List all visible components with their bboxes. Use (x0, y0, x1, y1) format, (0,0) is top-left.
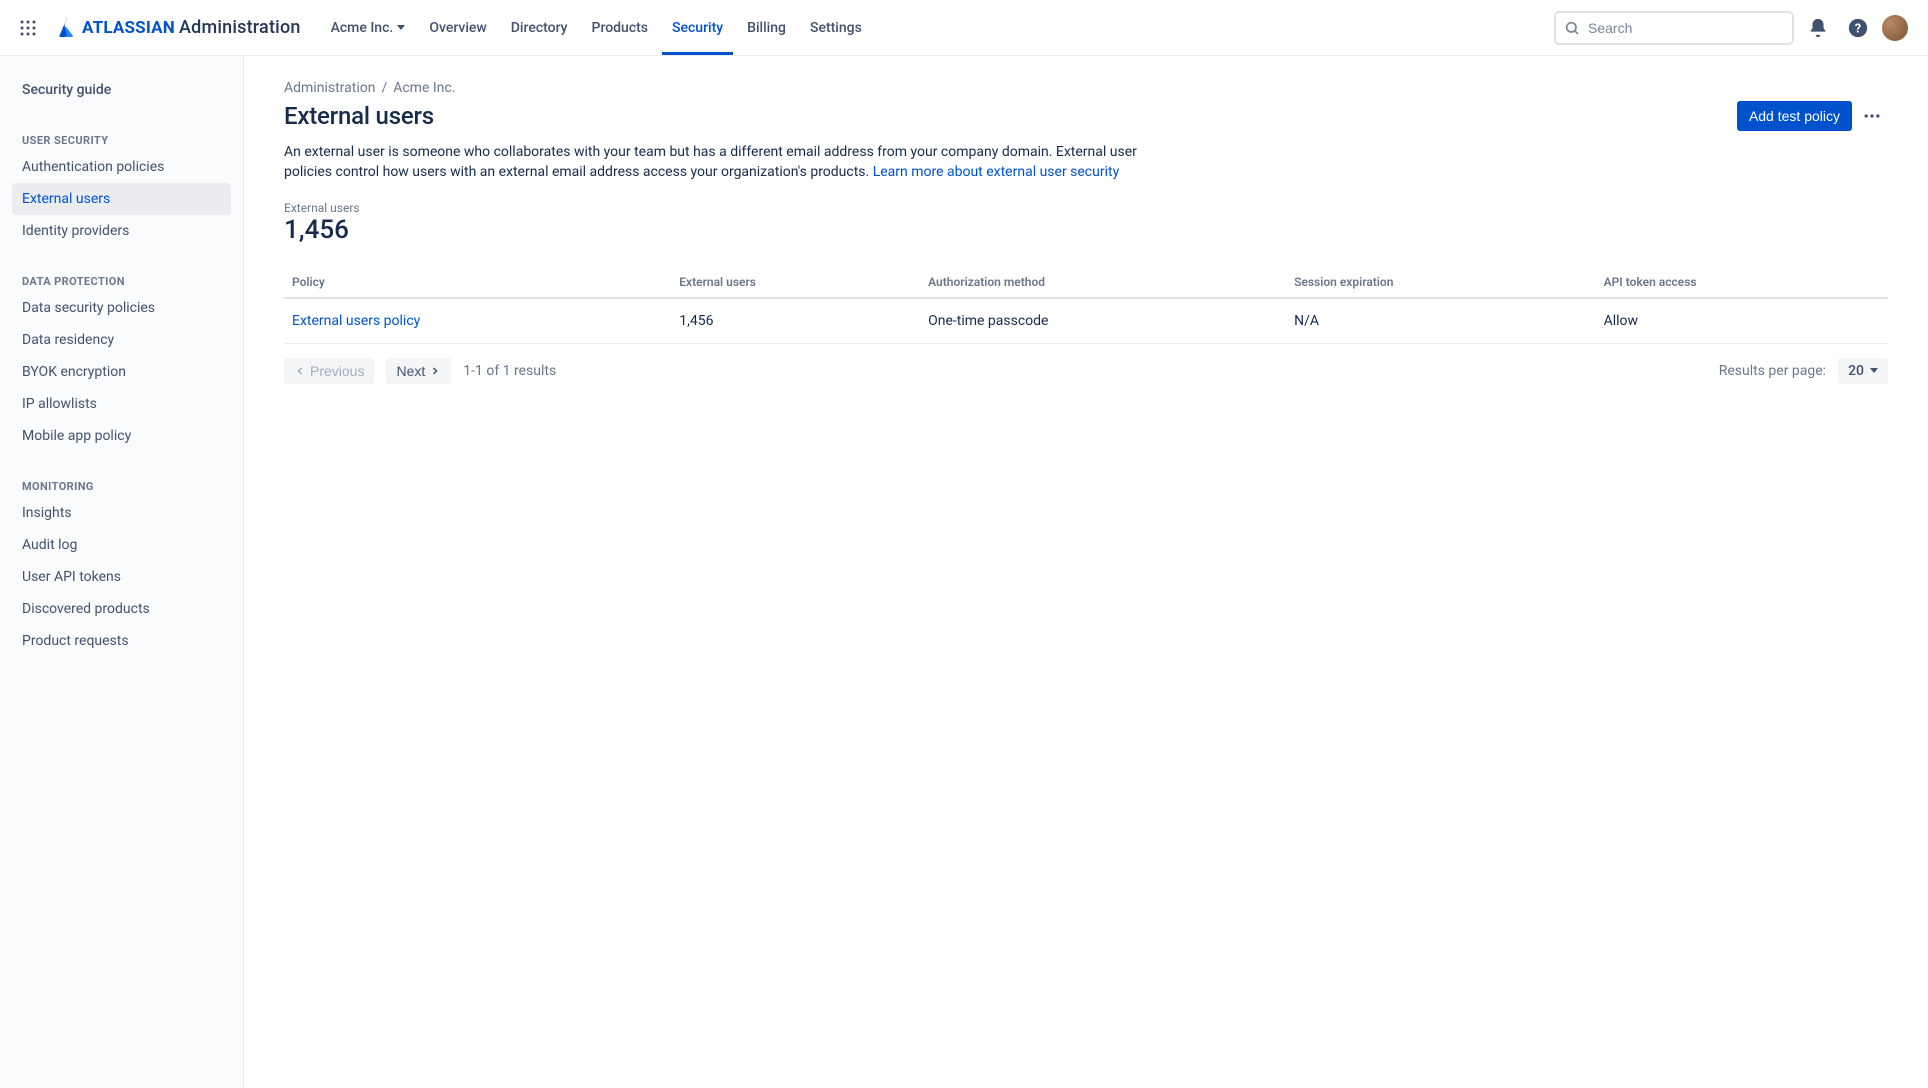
breadcrumb-item-administration[interactable]: Administration (284, 80, 375, 96)
bell-icon (1807, 17, 1829, 39)
previous-label: Previous (310, 363, 364, 379)
external-users-stat-label: External users (284, 201, 1888, 215)
breadcrumb-item-org[interactable]: Acme Inc. (393, 80, 455, 96)
results-per-page-value: 20 (1848, 363, 1864, 379)
cell-api-token: Allow (1596, 298, 1888, 344)
table-header-row: Policy External users Authorization meth… (284, 267, 1888, 298)
learn-more-link[interactable]: Learn more about external user security (873, 164, 1120, 180)
col-api-token-access: API token access (1596, 267, 1888, 298)
sidebar-item-authentication-policies[interactable]: Authentication policies (12, 151, 231, 183)
search-box[interactable] (1554, 11, 1794, 45)
sidebar-item-user-api-tokens[interactable]: User API tokens (12, 561, 231, 593)
col-auth-method: Authorization method (920, 267, 1286, 298)
help-button[interactable]: ? (1842, 12, 1874, 44)
chevron-down-icon (397, 25, 405, 30)
sidebar-group-data-protection: DATA PROTECTION Data security policies D… (12, 267, 231, 452)
sidebar-security-guide[interactable]: Security guide (12, 74, 231, 106)
pagination: Previous Next 1-1 of 1 results Results p… (284, 358, 1888, 384)
logo[interactable]: ATLASSIAN Administration (56, 17, 301, 39)
page-description: An external user is someone who collabor… (284, 142, 1164, 183)
chevron-left-icon (294, 365, 306, 377)
cell-auth-method: One-time passcode (920, 298, 1286, 344)
search-input[interactable] (1588, 20, 1784, 36)
previous-page-button[interactable]: Previous (284, 358, 374, 384)
nav-products[interactable]: Products (582, 0, 659, 55)
sidebar-item-data-residency[interactable]: Data residency (12, 324, 231, 356)
main-content: Administration / Acme Inc. External user… (244, 56, 1928, 1088)
sidebar-item-mobile-app-policy[interactable]: Mobile app policy (12, 420, 231, 452)
sidebar-item-data-security-policies[interactable]: Data security policies (12, 292, 231, 324)
sidebar-item-product-requests[interactable]: Product requests (12, 625, 231, 657)
sidebar-item-identity-providers[interactable]: Identity providers (12, 215, 231, 247)
policies-table: Policy External users Authorization meth… (284, 267, 1888, 344)
svg-text:?: ? (1855, 21, 1861, 36)
results-per-page-label: Results per page: (1719, 363, 1826, 379)
logo-brand-text: ATLASSIAN (82, 18, 175, 38)
breadcrumb: Administration / Acme Inc. (284, 80, 1888, 96)
cell-external-users: 1,456 (671, 298, 920, 344)
sidebar-item-ip-allowlists[interactable]: IP allowlists (12, 388, 231, 420)
sidebar-group-title: DATA PROTECTION (12, 267, 231, 292)
nav-overview[interactable]: Overview (419, 0, 496, 55)
sidebar: Security guide USER SECURITY Authenticat… (0, 56, 244, 1088)
sidebar-item-external-users[interactable]: External users (12, 183, 231, 215)
col-policy: Policy (284, 267, 671, 298)
more-horizontal-icon (1862, 106, 1882, 126)
sidebar-group-title: MONITORING (12, 472, 231, 497)
logo-product-text: Administration (179, 17, 301, 38)
next-page-button[interactable]: Next (386, 358, 451, 384)
table-row: External users policy 1,456 One-time pas… (284, 298, 1888, 344)
results-count: 1-1 of 1 results (463, 363, 556, 379)
org-selector[interactable]: Acme Inc. (321, 0, 416, 55)
sidebar-item-audit-log[interactable]: Audit log (12, 529, 231, 561)
more-actions-button[interactable] (1856, 100, 1888, 132)
top-header: ATLASSIAN Administration Acme Inc. Overv… (0, 0, 1928, 56)
results-per-page-select[interactable]: 20 (1838, 358, 1888, 384)
app-switcher-icon (19, 19, 37, 37)
cell-session-expiration: N/A (1286, 298, 1595, 344)
atlassian-icon (56, 17, 78, 39)
nav-settings[interactable]: Settings (800, 0, 872, 55)
sidebar-item-insights[interactable]: Insights (12, 497, 231, 529)
add-test-policy-button[interactable]: Add test policy (1737, 101, 1852, 131)
external-users-stat-value: 1,456 (284, 215, 1888, 245)
chevron-right-icon (429, 365, 441, 377)
help-icon: ? (1847, 17, 1869, 39)
nav-billing[interactable]: Billing (737, 0, 796, 55)
nav-security[interactable]: Security (662, 0, 733, 55)
col-external-users: External users (671, 267, 920, 298)
nav-directory[interactable]: Directory (501, 0, 578, 55)
breadcrumb-separator: / (381, 80, 387, 96)
sidebar-item-discovered-products[interactable]: Discovered products (12, 593, 231, 625)
chevron-down-icon (1870, 368, 1878, 373)
sidebar-group-title: USER SECURITY (12, 126, 231, 151)
page-title: External users (284, 102, 434, 130)
search-icon (1564, 20, 1580, 36)
sidebar-group-user-security: USER SECURITY Authentication policies Ex… (12, 126, 231, 247)
org-selector-label: Acme Inc. (331, 20, 394, 36)
next-label: Next (396, 363, 425, 379)
app-switcher-button[interactable] (12, 12, 44, 44)
notifications-button[interactable] (1802, 12, 1834, 44)
policy-name-link[interactable]: External users policy (292, 313, 420, 329)
primary-nav: Acme Inc. Overview Directory Products Se… (321, 0, 872, 55)
sidebar-item-byok-encryption[interactable]: BYOK encryption (12, 356, 231, 388)
avatar[interactable] (1882, 15, 1908, 41)
col-session-expiration: Session expiration (1286, 267, 1595, 298)
sidebar-group-monitoring: MONITORING Insights Audit log User API t… (12, 472, 231, 657)
